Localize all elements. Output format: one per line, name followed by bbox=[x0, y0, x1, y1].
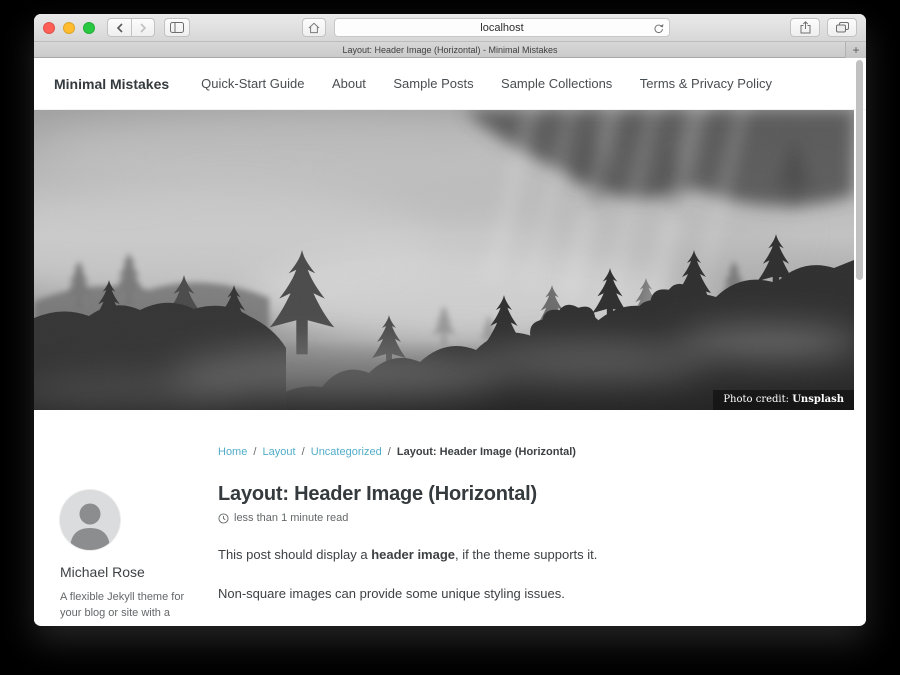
breadcrumb-separator: / bbox=[253, 446, 256, 458]
person-silhouette-icon bbox=[60, 490, 120, 550]
site-masthead: Minimal Mistakes Quick-Start Guide About… bbox=[34, 58, 866, 110]
post-paragraph-1: This post should display a header image,… bbox=[218, 545, 698, 565]
breadcrumb-separator: / bbox=[388, 446, 391, 458]
back-button[interactable] bbox=[107, 18, 131, 37]
breadcrumb-link-home[interactable]: Home bbox=[218, 446, 247, 458]
forward-button[interactable] bbox=[131, 18, 155, 37]
nav-item-sample-collections[interactable]: Sample Collections bbox=[501, 76, 612, 91]
author-name: Michael Rose bbox=[60, 564, 192, 580]
page-viewport: Minimal Mistakes Quick-Start Guide About… bbox=[34, 58, 866, 624]
breadcrumb: Home / Layout / Uncategorized / Layout: … bbox=[218, 446, 698, 458]
page-title: Layout: Header Image (Horizontal) bbox=[218, 483, 698, 506]
tab-bar: Layout: Header Image (Horizontal) - Mini… bbox=[34, 42, 866, 58]
sidebar-icon bbox=[170, 22, 184, 33]
window-controls bbox=[43, 22, 95, 34]
author-sidebar: Michael Rose A flexible Jekyll theme for… bbox=[34, 446, 218, 624]
avatar bbox=[60, 490, 120, 550]
chevron-right-icon bbox=[139, 23, 147, 33]
active-tab[interactable]: Layout: Header Image (Horizontal) - Mini… bbox=[342, 45, 557, 55]
post-main: Home / Layout / Uncategorized / Layout: … bbox=[218, 446, 698, 624]
close-window-button[interactable] bbox=[43, 22, 55, 34]
unsplash-link[interactable]: Unsplash bbox=[792, 394, 844, 405]
url-text: localhost bbox=[480, 22, 523, 34]
chevron-left-icon bbox=[116, 23, 124, 33]
post-page: Michael Rose A flexible Jekyll theme for… bbox=[34, 410, 866, 624]
history-nav bbox=[107, 18, 155, 37]
nav-item-sample-posts[interactable]: Sample Posts bbox=[393, 76, 473, 91]
breadcrumb-link-layout[interactable]: Layout bbox=[263, 446, 296, 458]
photo-credit-label: Photo credit: bbox=[723, 394, 792, 405]
site-nav: Quick-Start Guide About Sample Posts Sam… bbox=[201, 75, 795, 93]
tabs-overview-icon bbox=[836, 22, 849, 33]
zoom-window-button[interactable] bbox=[83, 22, 95, 34]
share-icon bbox=[800, 21, 811, 34]
post-body: This post should display a header image,… bbox=[218, 545, 698, 624]
paragraph-text: This post should display a bbox=[218, 547, 371, 562]
sidebar-toggle-button[interactable] bbox=[164, 18, 190, 37]
minimize-window-button[interactable] bbox=[63, 22, 75, 34]
new-tab-button[interactable]: + bbox=[845, 42, 866, 58]
browser-toolbar: localhost bbox=[34, 14, 866, 42]
breadcrumb-separator: / bbox=[302, 446, 305, 458]
reload-icon bbox=[653, 23, 664, 35]
post-paragraph-3: This post tests a horizontal header imag… bbox=[218, 622, 698, 624]
safari-window: localhost Layout: Header Image (Horizont… bbox=[34, 14, 866, 626]
author-bio: A flexible Jekyll theme for your blog or… bbox=[60, 589, 192, 624]
nav-item-terms-privacy[interactable]: Terms & Privacy Policy bbox=[640, 76, 772, 91]
post-paragraph-2: Non-square images can provide some uniqu… bbox=[218, 584, 698, 604]
site-title-link[interactable]: Minimal Mistakes bbox=[54, 76, 169, 92]
paragraph-bold-text: header image bbox=[371, 547, 455, 562]
paragraph-text: , if the theme supports it. bbox=[455, 547, 597, 562]
address-bar[interactable]: localhost bbox=[334, 18, 670, 37]
reload-button[interactable] bbox=[653, 22, 664, 40]
nav-item-about[interactable]: About bbox=[332, 76, 366, 91]
read-time: less than 1 minute read bbox=[234, 512, 348, 524]
header-image: Photo credit: Unsplash bbox=[34, 110, 854, 410]
photo-credit-caption: Photo credit: Unsplash bbox=[713, 390, 854, 410]
vertical-scrollbar[interactable] bbox=[856, 60, 863, 280]
foggy-forest-photo bbox=[34, 110, 854, 410]
home-button[interactable] bbox=[302, 18, 326, 37]
tab-overview-button[interactable] bbox=[827, 18, 857, 37]
post-meta: less than 1 minute read bbox=[218, 512, 698, 524]
breadcrumb-link-uncategorized[interactable]: Uncategorized bbox=[311, 446, 382, 458]
nav-item-quick-start-guide[interactable]: Quick-Start Guide bbox=[201, 76, 304, 91]
home-icon bbox=[308, 22, 320, 34]
share-button[interactable] bbox=[790, 18, 820, 37]
breadcrumb-current: Layout: Header Image (Horizontal) bbox=[397, 446, 576, 458]
clock-icon bbox=[218, 513, 229, 524]
